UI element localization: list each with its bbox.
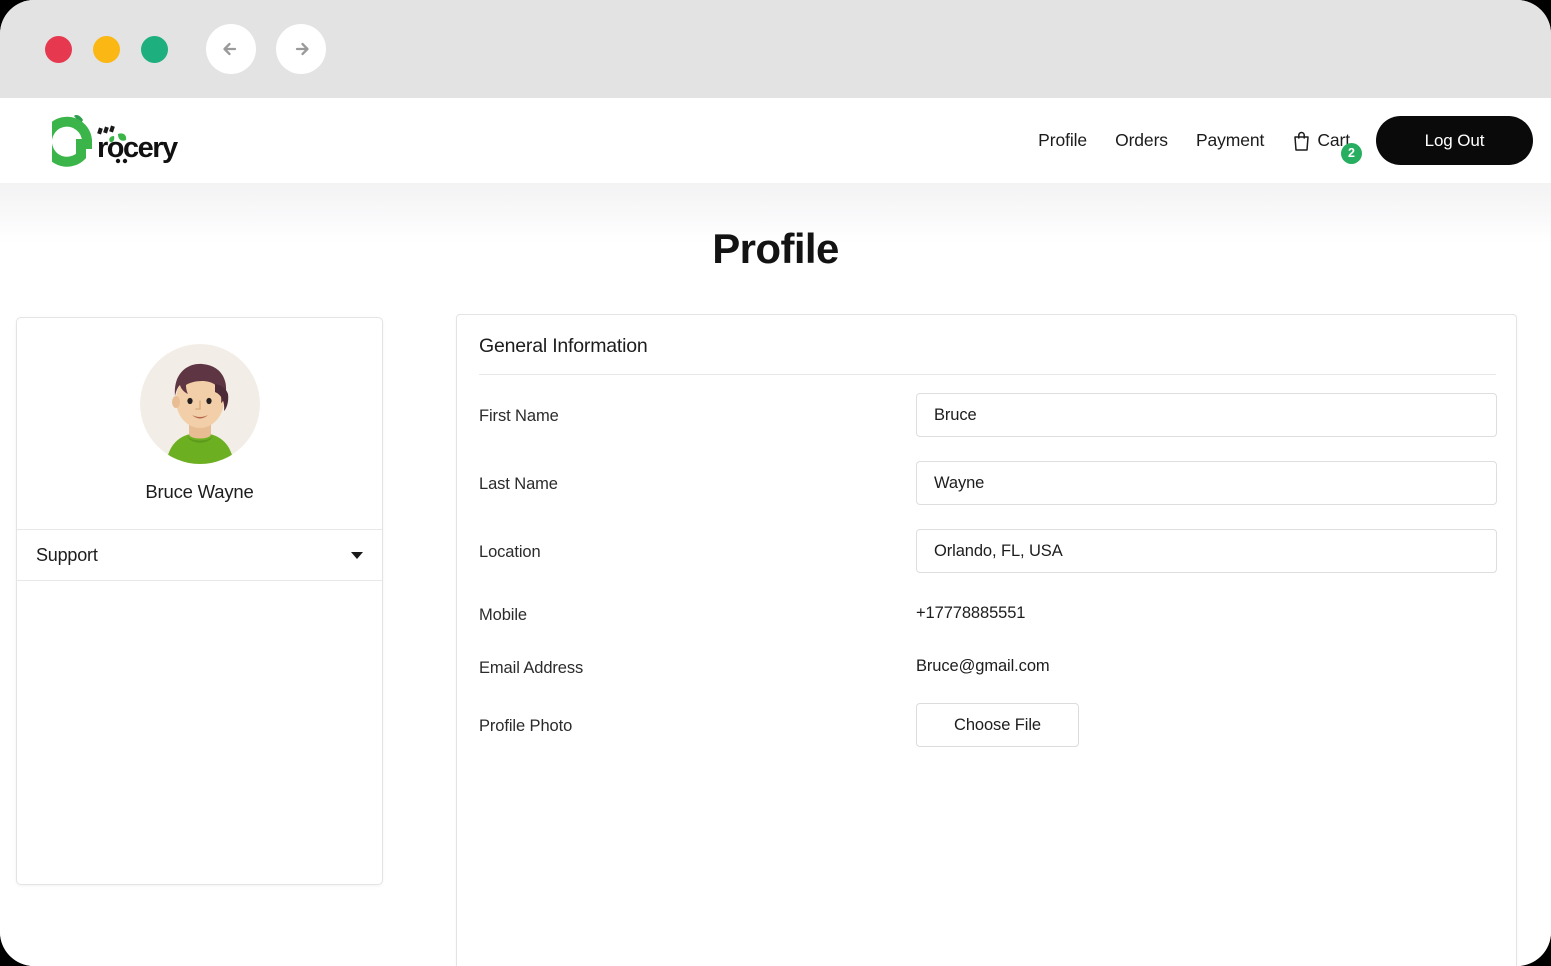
arrow-right-icon bbox=[295, 42, 309, 56]
email-value-wrap: Bruce@gmail.com bbox=[916, 650, 1050, 682]
profile-form: First Name Last Name Location bbox=[457, 393, 1516, 771]
mobile-label: Mobile bbox=[479, 606, 528, 624]
forward-button[interactable] bbox=[276, 24, 326, 74]
page-title: Profile bbox=[712, 225, 839, 272]
form-row-last-name: Last Name bbox=[457, 461, 1516, 529]
mobile-value: +17778885551 bbox=[916, 604, 1026, 622]
back-button[interactable] bbox=[206, 24, 256, 74]
last-name-input[interactable] bbox=[916, 461, 1497, 505]
form-row-profile-photo: Profile Photo Choose File bbox=[457, 703, 1516, 771]
grocery-logo[interactable]: rocery bbox=[52, 112, 197, 172]
choose-file-button[interactable]: Choose File bbox=[916, 703, 1079, 747]
main-navigation: Profile Orders Payment Cart 2 Log Out bbox=[1024, 98, 1533, 183]
section-divider bbox=[479, 374, 1496, 375]
profile-user-name: Bruce Wayne bbox=[145, 481, 254, 502]
avatar bbox=[139, 344, 260, 464]
last-name-label: Last Name bbox=[479, 475, 558, 493]
grocery-logo-icon: rocery bbox=[52, 115, 180, 167]
first-name-label: First Name bbox=[479, 407, 559, 425]
profile-photo-field-wrap: Choose File bbox=[916, 703, 1079, 747]
first-name-field-wrap bbox=[916, 393, 1497, 437]
email-label: Email Address bbox=[479, 659, 584, 677]
first-name-input[interactable] bbox=[916, 393, 1497, 437]
page-body: Profile Bruce Wayne Support General Info… bbox=[0, 183, 1551, 966]
logout-button[interactable]: Log Out bbox=[1376, 116, 1533, 165]
maximize-window-button[interactable] bbox=[141, 35, 168, 63]
browser-nav-buttons bbox=[206, 24, 326, 74]
window-titlebar bbox=[0, 0, 1551, 98]
arrow-left-icon bbox=[223, 42, 237, 56]
location-input[interactable] bbox=[916, 529, 1497, 573]
section-title: General Information bbox=[479, 335, 648, 357]
chevron-down-icon bbox=[351, 551, 363, 559]
last-name-field-wrap bbox=[916, 461, 1497, 505]
form-row-email: Email Address Bruce@gmail.com bbox=[457, 650, 1516, 703]
profile-summary: Bruce Wayne bbox=[17, 318, 382, 530]
form-row-first-name: First Name bbox=[457, 393, 1516, 461]
profile-sidebar-card: Bruce Wayne Support bbox=[16, 317, 383, 885]
avatar-illustration-icon bbox=[139, 344, 260, 464]
form-row-location: Location bbox=[457, 529, 1516, 597]
location-field-wrap bbox=[916, 529, 1497, 573]
traffic-light-controls bbox=[45, 35, 168, 63]
location-label: Location bbox=[479, 543, 541, 561]
mobile-value-wrap: +17778885551 bbox=[916, 597, 1025, 629]
site-header: rocery Profile Orders Payment Cart 2 Log… bbox=[0, 98, 1551, 183]
close-window-button[interactable] bbox=[45, 35, 72, 63]
profile-photo-label: Profile Photo bbox=[479, 717, 573, 735]
general-information-card: General Information First Name Last Name bbox=[456, 314, 1517, 966]
minimize-window-button[interactable] bbox=[93, 35, 120, 63]
svg-text:rocery: rocery bbox=[97, 132, 178, 164]
form-row-mobile: Mobile +17778885551 bbox=[457, 597, 1516, 650]
browser-window: rocery Profile Orders Payment Cart 2 Log… bbox=[0, 0, 1551, 966]
nav-link-profile[interactable]: Profile bbox=[1024, 130, 1101, 151]
sidebar-item-support[interactable]: Support bbox=[17, 530, 382, 581]
nav-link-payment[interactable]: Payment bbox=[1182, 130, 1278, 151]
shopping-bag-icon bbox=[1294, 131, 1310, 151]
cart-count-badge: 2 bbox=[1341, 143, 1362, 164]
nav-link-cart[interactable]: Cart 2 bbox=[1278, 129, 1364, 164]
nav-link-orders[interactable]: Orders bbox=[1101, 130, 1182, 151]
support-label: Support bbox=[36, 544, 98, 565]
email-value: Bruce@gmail.com bbox=[916, 657, 1050, 675]
